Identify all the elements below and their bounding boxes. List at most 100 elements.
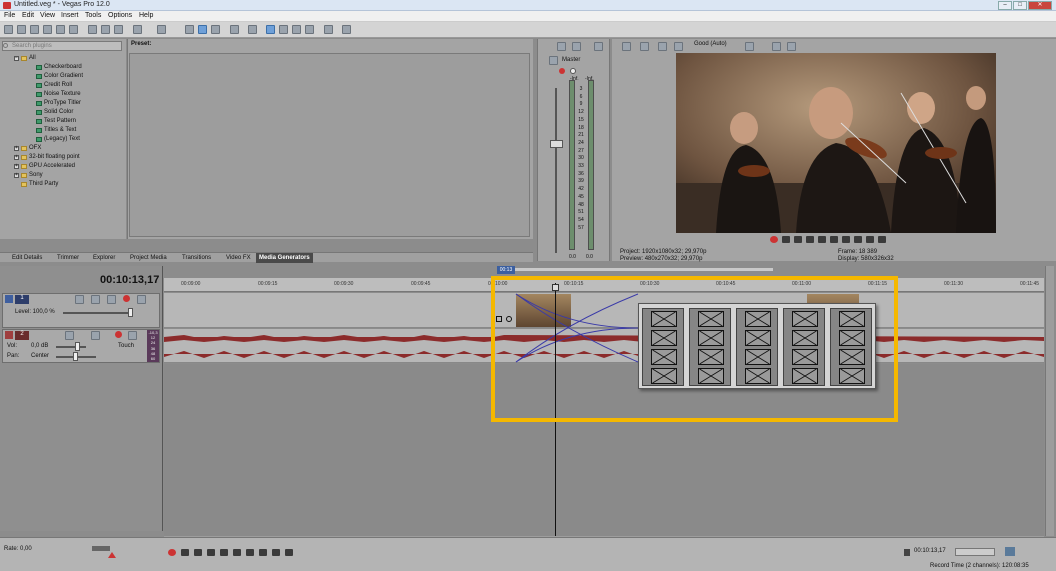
tree-item-titles-text[interactable]: Titles & Text [14, 126, 124, 135]
tree-folder-sony[interactable]: + Sony [14, 171, 124, 180]
expand-icon[interactable]: + [14, 146, 19, 151]
undo-icon[interactable] [133, 25, 142, 34]
mute-icon[interactable] [123, 295, 130, 302]
menu-edit[interactable]: Edit [22, 12, 34, 19]
record-arm-icon[interactable] [559, 68, 565, 74]
normal-edit-tool-icon[interactable] [198, 25, 207, 34]
tree-item-protype-titler[interactable]: ProType Titler [14, 99, 124, 108]
tree-item-color-gradient[interactable]: Color Gradient [14, 72, 124, 81]
tree-item-checkerboard[interactable]: Checkerboard [14, 63, 124, 72]
preset-list[interactable] [129, 53, 530, 237]
play-icon[interactable] [207, 549, 215, 556]
go-to-end-icon[interactable] [854, 236, 862, 243]
new-icon[interactable] [4, 25, 13, 34]
expand-icon[interactable]: + [14, 164, 19, 169]
ignore-grouping-icon[interactable] [292, 25, 301, 34]
tree-item-noise-texture[interactable]: Noise Texture [14, 90, 124, 99]
cut-icon[interactable] [88, 25, 97, 34]
tree-item-solid-color[interactable]: Solid Color [14, 108, 124, 117]
level-slider-knob[interactable] [128, 308, 133, 317]
copy-snapshot-icon[interactable] [772, 42, 781, 51]
selection-tool-icon[interactable] [230, 25, 239, 34]
record-icon[interactable] [770, 236, 778, 243]
split-screen-icon[interactable] [674, 42, 683, 51]
tab-explorer[interactable]: Explorer [90, 253, 118, 263]
close-window-button[interactable]: ✕ [1028, 1, 1052, 10]
tab-video-fx[interactable]: Video FX [223, 253, 254, 263]
tree-folder-32bit[interactable]: +32-bit floating point [14, 153, 124, 162]
solo-icon[interactable] [128, 331, 137, 340]
tab-project-media[interactable]: Project Media [127, 253, 170, 263]
track-fx-icon[interactable] [91, 295, 100, 304]
pause-icon[interactable] [818, 236, 826, 243]
preview-quality-select[interactable]: Good (Auto) [694, 41, 727, 47]
snap-icon[interactable] [185, 25, 194, 34]
preview-fx-icon[interactable] [658, 42, 667, 51]
tree-item-test-pattern[interactable]: Test Pattern [14, 117, 124, 126]
tree-folder-ofx[interactable]: + OFX [14, 144, 124, 153]
tab-trimmer[interactable]: Trimmer [54, 253, 82, 263]
selection-icon[interactable] [1005, 547, 1015, 556]
menu-insert[interactable]: Insert [61, 12, 79, 19]
zoom-slider[interactable] [955, 548, 995, 556]
external-monitor-icon[interactable] [640, 42, 649, 51]
tree-item-credit-roll[interactable]: Credit Roll [14, 81, 124, 90]
menu-options[interactable]: Options [108, 12, 132, 19]
menu-help[interactable]: Help [139, 12, 153, 19]
redo-icon[interactable] [157, 25, 166, 34]
open-icon[interactable] [17, 25, 26, 34]
loop-icon[interactable] [181, 549, 189, 556]
copy-icon[interactable] [101, 25, 110, 34]
menu-file[interactable]: File [4, 12, 15, 19]
vertical-scrollbar[interactable] [1045, 266, 1054, 536]
mixer-downmix-icon[interactable] [594, 42, 603, 51]
rate-slider-marker-icon[interactable] [108, 552, 116, 558]
search-input[interactable]: Search plugins [2, 41, 122, 51]
vol-slider-knob[interactable] [75, 342, 80, 351]
loop-region-bar[interactable] [515, 268, 773, 271]
audio-track-header[interactable]: 2 Vol: 0,0 dB Touch Pan: Center -10,3 12 2… [2, 329, 160, 363]
rate-slider[interactable] [92, 546, 110, 551]
track-fx-icon[interactable] [91, 331, 100, 340]
minimize-button[interactable]: – [998, 1, 1012, 10]
overlays-icon[interactable] [745, 42, 754, 51]
pan-slider-knob[interactable] [73, 352, 78, 361]
prev-frame-icon[interactable] [866, 236, 874, 243]
stop-icon[interactable] [233, 549, 241, 556]
mixer-insert-fx-icon[interactable] [572, 42, 581, 51]
help-icon[interactable] [342, 25, 351, 34]
mixer-properties-icon[interactable] [557, 42, 566, 51]
maximize-button[interactable]: □ [1013, 1, 1027, 10]
gear-icon[interactable] [324, 25, 333, 34]
paste-icon[interactable] [114, 25, 123, 34]
automation-mode[interactable]: Touch [118, 343, 134, 349]
render-icon[interactable] [56, 25, 65, 34]
expand-icon[interactable]: + [14, 173, 19, 178]
tree-folder-gpu[interactable]: + GPU Accelerated [14, 162, 124, 171]
go-to-end-icon[interactable] [259, 549, 267, 556]
tree-item-legacy-text[interactable]: (Legacy) Text [14, 135, 124, 144]
solo-icon[interactable] [137, 295, 146, 304]
mute-icon[interactable] [570, 68, 576, 74]
stop-icon[interactable] [830, 236, 838, 243]
collapse-icon[interactable]: − [14, 56, 19, 61]
record-icon[interactable] [168, 549, 176, 556]
envelope-tool-icon[interactable] [211, 25, 220, 34]
menu-view[interactable]: View [40, 12, 55, 19]
play-icon[interactable] [806, 236, 814, 243]
tree-folder-third-party[interactable]: Third Party [14, 180, 124, 189]
go-to-start-icon[interactable] [842, 236, 850, 243]
lock-envelopes-icon[interactable] [279, 25, 288, 34]
mute-icon[interactable] [115, 331, 122, 338]
tree-folder-all[interactable]: − All [14, 54, 124, 63]
play-from-start-icon[interactable] [794, 236, 802, 243]
next-frame-icon[interactable] [285, 549, 293, 556]
prev-frame-icon[interactable] [272, 549, 280, 556]
menu-tools[interactable]: Tools [85, 12, 101, 19]
tab-edit-details[interactable]: Edit Details [9, 253, 45, 263]
preview-properties-icon[interactable] [622, 42, 631, 51]
tab-media-generators[interactable]: Media Generators [256, 253, 313, 263]
pause-icon[interactable] [220, 549, 228, 556]
save-snapshot-icon[interactable] [787, 42, 796, 51]
next-frame-icon[interactable] [878, 236, 886, 243]
